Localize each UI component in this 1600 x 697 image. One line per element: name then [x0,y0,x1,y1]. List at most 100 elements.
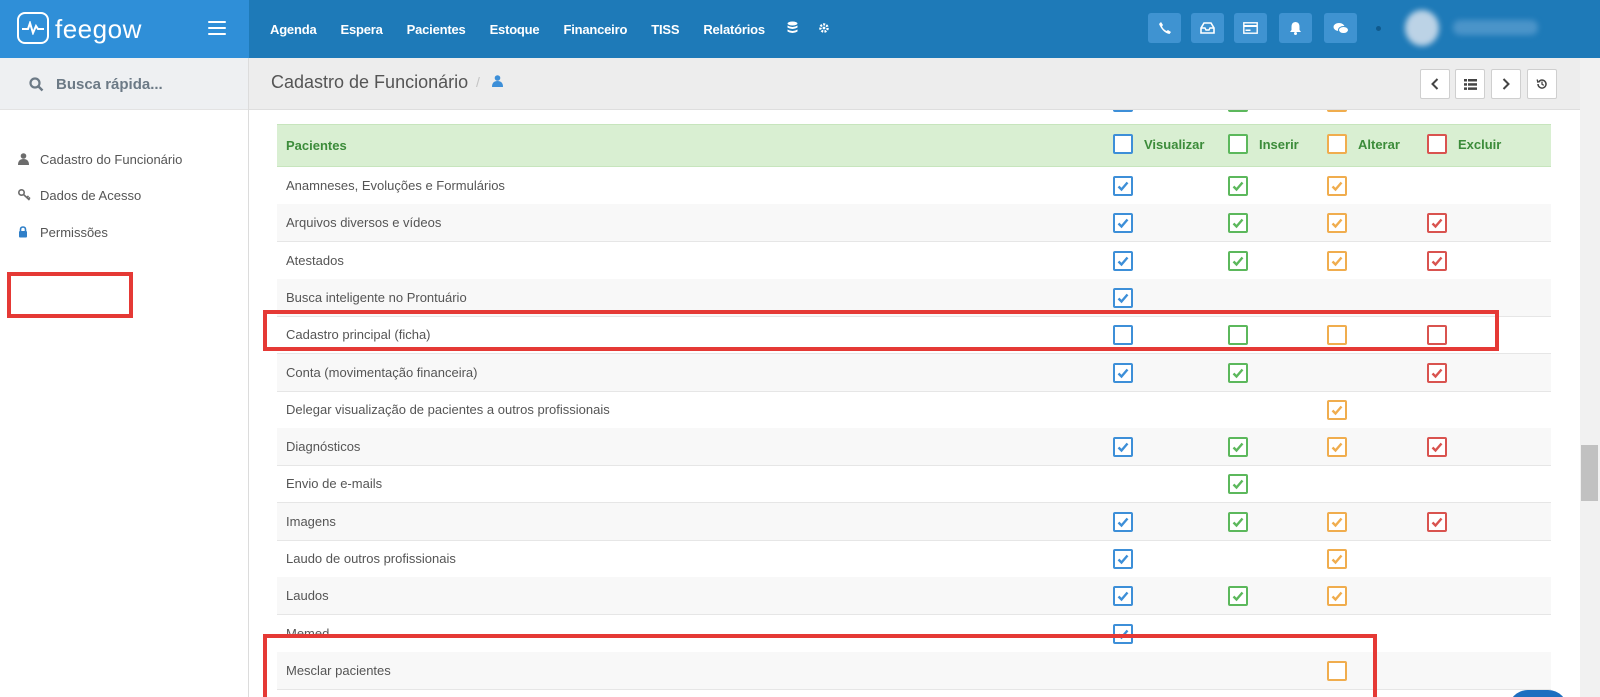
permission-checkbox-excluir[interactable] [1427,213,1447,234]
nav-pacientes[interactable]: Pacientes [395,22,478,37]
menu-toggle-icon[interactable] [208,21,226,35]
phone-button[interactable] [1148,13,1181,43]
database-icon[interactable] [777,21,808,37]
list-button[interactable] [1455,69,1485,99]
inbox-icon [1200,22,1215,34]
card-button[interactable] [1234,13,1267,43]
scrollbar-thumb[interactable] [1581,445,1598,501]
column-header-inserir[interactable]: Inserir [1228,134,1299,154]
permission-checkbox-inserir[interactable] [1228,511,1248,532]
group-title: Pacientes [286,138,347,153]
sidebar-item-permissoes[interactable]: Permissões [18,221,108,243]
table-row: Envio de e-mails [277,465,1551,504]
select-all-checkbox[interactable] [1427,134,1447,154]
nav-estoque[interactable]: Estoque [478,22,552,37]
permission-checkbox-alterar[interactable] [1327,110,1347,112]
permission-checkbox-visualizar[interactable] [1113,511,1133,532]
history-button[interactable] [1527,69,1557,99]
user-name[interactable] [1453,20,1538,35]
nav-espera[interactable]: Espera [328,22,394,37]
page-scrollbar[interactable] [1580,58,1600,697]
permission-label: Envio de e-mails [286,476,383,492]
permission-label: Atestados [286,252,344,268]
permission-checkbox-alterar[interactable] [1327,250,1347,271]
permission-checkbox-excluir[interactable] [1427,250,1447,271]
permission-checkbox-inserir[interactable] [1228,250,1248,271]
permission-checkbox-excluir[interactable] [1427,511,1447,532]
nav-financeiro[interactable]: Financeiro [551,22,639,37]
nav-agenda[interactable]: Agenda [258,22,328,37]
permission-checkbox-visualizar[interactable] [1113,110,1133,112]
table-row: Laudos [277,577,1551,616]
nav-tiss[interactable]: TISS [639,22,691,37]
permission-label: Arquivos diversos e vídeos [286,215,442,231]
permission-checkbox-excluir[interactable] [1427,362,1447,383]
chevron-left-icon [1431,78,1439,90]
logo-area: feegow [0,0,249,58]
search-input[interactable]: Busca rápida... [56,76,163,93]
avatar[interactable] [1405,10,1439,46]
chat-icon [1333,22,1349,34]
column-label: Inserir [1259,136,1299,152]
permission-checkbox-alterar[interactable] [1327,549,1347,569]
permission-checkbox-visualizar[interactable] [1113,213,1133,234]
permission-checkbox-alterar[interactable] [1327,399,1347,420]
notifications-button[interactable] [1279,13,1312,43]
main-content: Pacientes Visualizar Inserir Alterar Exc… [249,110,1580,697]
column-label: Excluir [1458,136,1502,152]
permission-checkbox-alterar[interactable] [1327,437,1347,458]
permission-checkbox-visualizar[interactable] [1113,437,1133,458]
bell-icon [1290,22,1301,35]
brand-name: feegow [55,14,142,44]
sidebar-item-acesso[interactable]: Dados de Acesso [18,184,141,206]
quick-search[interactable]: Busca rápida... [0,58,248,110]
permission-checkbox-visualizar[interactable] [1113,287,1133,308]
status-dot [1376,26,1381,31]
permission-label: Conta (movimentação financeira) [286,364,478,380]
permission-checkbox-alterar[interactable] [1327,176,1347,196]
permission-checkbox-visualizar[interactable] [1113,362,1133,383]
sidebar-item-label: Permissões [40,224,108,240]
select-all-checkbox[interactable] [1113,134,1133,154]
select-all-checkbox[interactable] [1228,134,1248,154]
chevron-right-icon [1502,78,1510,90]
table-row: Laudo de outros profissionais [277,540,1551,578]
permission-checkbox-visualizar[interactable] [1113,176,1133,196]
user-icon [18,153,40,165]
permission-checkbox-inserir[interactable] [1228,213,1248,234]
card-icon [1243,22,1258,34]
permission-label: Diagnósticos [286,439,361,455]
select-all-checkbox[interactable] [1327,134,1347,154]
permission-checkbox-alterar[interactable] [1327,586,1347,607]
permission-checkbox-inserir[interactable] [1228,437,1248,458]
column-header-excluir[interactable]: Excluir [1427,134,1501,154]
next-button[interactable] [1491,69,1521,99]
highlight-box-mesclar-pacientes [263,634,1377,697]
permission-checkbox-inserir[interactable] [1228,176,1248,196]
permission-checkbox-excluir[interactable] [1427,437,1447,458]
permission-checkbox-inserir[interactable] [1228,586,1248,607]
permission-checkbox-inserir[interactable] [1228,110,1248,112]
permission-checkbox-inserir[interactable] [1228,474,1248,495]
table-row: Atestados [277,242,1551,280]
permission-checkbox-alterar[interactable] [1327,511,1347,532]
chat-button[interactable] [1324,13,1357,43]
sidebar-item-cadastro[interactable]: Cadastro do Funcionário [18,148,182,170]
permission-checkbox-visualizar[interactable] [1113,549,1133,569]
permission-checkbox-visualizar[interactable] [1113,586,1133,607]
highlight-box-permissoes [7,272,133,318]
table-row: Diagnósticos [277,428,1551,467]
previous-button[interactable] [1420,69,1450,99]
column-header-alterar[interactable]: Alterar [1327,134,1400,154]
permission-checkbox-alterar[interactable] [1327,213,1347,234]
page-header: Cadastro de Funcionário / [249,58,1580,110]
nav-relatorios[interactable]: Relatórios [691,22,777,37]
gear-icon[interactable] [808,22,840,37]
permission-checkbox-visualizar[interactable] [1113,250,1133,271]
permission-checkbox-inserir[interactable] [1228,362,1248,383]
inbox-button[interactable] [1191,13,1224,43]
permission-label: Laudos [286,588,329,604]
column-header-visualizar[interactable]: Visualizar [1113,134,1204,154]
main-nav: Agenda Espera Pacientes Estoque Financei… [258,0,840,58]
sidebar-item-label: Dados de Acesso [40,187,142,203]
